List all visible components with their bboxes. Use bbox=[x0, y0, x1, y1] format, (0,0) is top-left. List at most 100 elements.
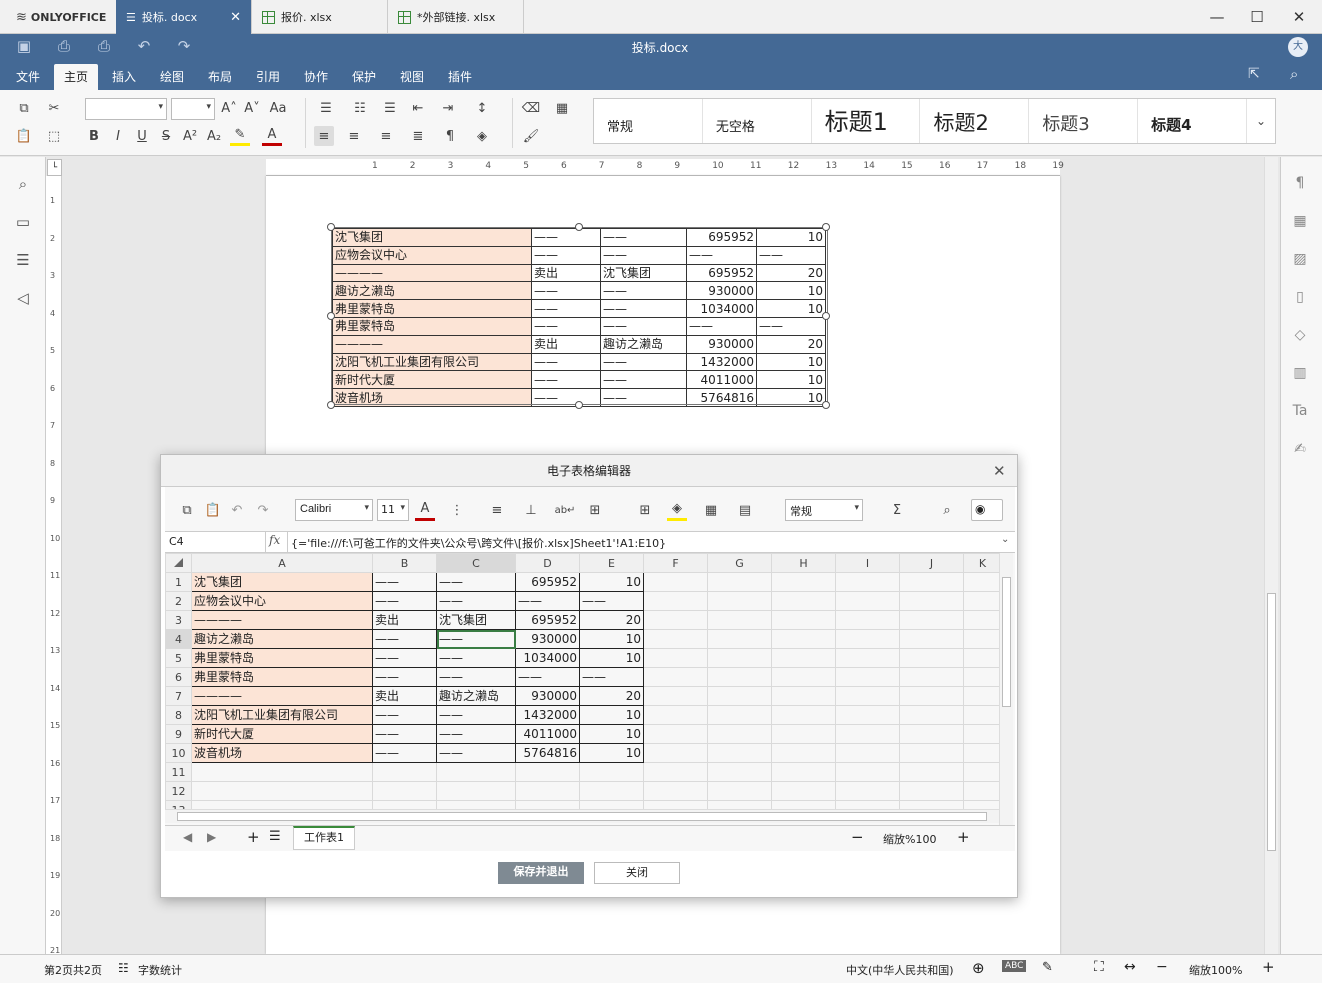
grid-cell[interactable] bbox=[643, 781, 708, 801]
highlight-color-icon[interactable]: ✎ bbox=[230, 126, 250, 146]
table-cell[interactable]: —— bbox=[531, 281, 601, 301]
table-cell[interactable]: 1034000 bbox=[686, 299, 757, 318]
grid-cell[interactable] bbox=[835, 610, 900, 630]
prev-sheet-icon[interactable]: ◀ bbox=[183, 830, 192, 844]
close-window-icon[interactable]: ✕ bbox=[1276, 0, 1322, 34]
grid-horizontal-scrollbar[interactable] bbox=[165, 809, 999, 823]
grid-cell[interactable]: 应物会议中心 bbox=[191, 591, 373, 611]
cut-icon[interactable]: ✂ bbox=[44, 98, 64, 118]
resize-handle[interactable] bbox=[327, 223, 335, 231]
grid-cell[interactable] bbox=[515, 762, 580, 782]
resize-handle[interactable] bbox=[822, 223, 830, 231]
table-cell[interactable]: —— bbox=[531, 299, 601, 318]
vertical-ruler[interactable]: 1 2 3 4 5 6 7 8 9 10 11 12 13 14 15 16 17 18 19 20 21 bbox=[46, 176, 62, 955]
grid-cell[interactable] bbox=[899, 762, 964, 782]
row-header[interactable]: 11 bbox=[165, 762, 192, 782]
table-cell[interactable]: —— bbox=[756, 245, 826, 265]
add-sheet-icon[interactable]: + bbox=[247, 828, 260, 846]
column-header[interactable]: J bbox=[899, 553, 964, 573]
grid-cell[interactable]: 20 bbox=[579, 686, 644, 706]
grid-cell[interactable]: 4011000 bbox=[515, 724, 580, 744]
scroll-thumb[interactable] bbox=[1267, 593, 1276, 851]
copy-icon[interactable]: ⧉ bbox=[177, 499, 197, 521]
grid-cell[interactable]: —— bbox=[436, 743, 516, 763]
styles-expand-icon[interactable]: ⌄ bbox=[1247, 99, 1275, 143]
column-header[interactable]: B bbox=[372, 553, 437, 573]
grid-cell[interactable] bbox=[899, 667, 964, 687]
grid-cell[interactable] bbox=[771, 648, 836, 668]
menu-draw[interactable]: 绘图 bbox=[150, 64, 194, 90]
table-cell[interactable]: 应物会议中心 bbox=[332, 245, 532, 265]
quick-print-icon[interactable]: ⎙ bbox=[92, 37, 116, 55]
style-heading2[interactable]: 标题2 bbox=[920, 99, 1030, 143]
grid-cell[interactable]: ———— bbox=[191, 610, 373, 630]
superscript-icon[interactable]: A² bbox=[180, 126, 200, 146]
globe-icon[interactable]: ⊕ bbox=[972, 959, 985, 977]
grid-cell[interactable]: —— bbox=[579, 667, 644, 687]
merge-cells-icon[interactable]: ⊞ bbox=[585, 499, 605, 521]
view-options-icon[interactable]: ◉ bbox=[971, 499, 1003, 521]
grid-cell[interactable] bbox=[579, 781, 644, 801]
grid-cell[interactable] bbox=[771, 629, 836, 649]
zoom-out-icon[interactable]: − bbox=[851, 828, 864, 846]
grid-cell[interactable] bbox=[899, 572, 964, 592]
table-cell[interactable]: —— bbox=[531, 352, 601, 372]
resize-handle[interactable] bbox=[822, 401, 830, 409]
next-sheet-icon[interactable]: ▶ bbox=[207, 830, 216, 844]
grid-cell[interactable]: 10 bbox=[579, 705, 644, 725]
grid-cell[interactable] bbox=[643, 667, 708, 687]
bullet-list-icon[interactable]: ☰ bbox=[316, 98, 336, 118]
grid-cell[interactable] bbox=[835, 705, 900, 725]
menu-insert[interactable]: 插入 bbox=[102, 64, 146, 90]
menu-references[interactable]: 引用 bbox=[246, 64, 290, 90]
grid-cell[interactable]: 沈飞集团 bbox=[191, 572, 373, 592]
zoom-level[interactable]: 缩放100% bbox=[1189, 962, 1242, 978]
font-family-select[interactable]: ▾ bbox=[85, 98, 167, 120]
cell-style-icon[interactable]: ▤ bbox=[735, 499, 755, 521]
font-color-icon[interactable]: A bbox=[262, 126, 282, 146]
grid-cell[interactable] bbox=[771, 667, 836, 687]
ss-font-color-icon[interactable]: A bbox=[415, 499, 435, 521]
grid-cell[interactable] bbox=[707, 572, 772, 592]
table-cell[interactable]: —— bbox=[531, 245, 601, 265]
column-header[interactable]: I bbox=[835, 553, 900, 573]
grid-cell[interactable] bbox=[771, 781, 836, 801]
fill-color-icon[interactable]: ◈ bbox=[667, 499, 687, 521]
comments-icon[interactable]: ▭ bbox=[8, 213, 38, 231]
grid-cell[interactable] bbox=[835, 572, 900, 592]
grid-cell[interactable] bbox=[835, 648, 900, 668]
tab-stop-icon[interactable]: └ bbox=[47, 159, 62, 176]
close-tab-icon[interactable]: ✕ bbox=[230, 10, 241, 25]
grid-cell[interactable] bbox=[899, 705, 964, 725]
style-no-spacing[interactable]: 无空格 bbox=[703, 99, 812, 143]
bold-icon[interactable]: B bbox=[84, 126, 104, 146]
grid-cell[interactable] bbox=[707, 762, 772, 782]
tab-spreadsheet-baojia[interactable]: 报价. xlsx bbox=[252, 0, 388, 34]
formula-input[interactable]: {='file:///f:\可爸工作的文件夹\公众号\跨文件\[报价.xlsx]… bbox=[291, 535, 666, 551]
grid-cell[interactable] bbox=[436, 781, 516, 801]
grid-cell[interactable] bbox=[643, 686, 708, 706]
tab-spreadsheet-external[interactable]: *外部链接. xlsx bbox=[388, 0, 524, 34]
grid-cell[interactable] bbox=[771, 762, 836, 782]
language-select[interactable]: 中文(中华人民共和国) bbox=[846, 962, 954, 978]
grid-cell[interactable] bbox=[707, 648, 772, 668]
table-cell[interactable]: —— bbox=[531, 228, 601, 247]
grid-cell[interactable] bbox=[963, 762, 1002, 782]
grid-cell[interactable]: 695952 bbox=[515, 610, 580, 630]
align-center-icon[interactable]: ≡ bbox=[344, 126, 364, 146]
grid-cell[interactable]: —— bbox=[515, 667, 580, 687]
tab-document-active[interactable]: ☰ 投标. docx ✕ bbox=[116, 0, 252, 34]
row-header[interactable]: 6 bbox=[165, 667, 192, 687]
grid-cell[interactable] bbox=[835, 686, 900, 706]
expand-formula-icon[interactable]: ⌄ bbox=[1001, 534, 1009, 545]
grid-cell[interactable] bbox=[835, 743, 900, 763]
image-settings-icon[interactable]: ▨ bbox=[1285, 251, 1315, 267]
undo-icon[interactable]: ↶ bbox=[132, 37, 156, 55]
grid-cell[interactable] bbox=[436, 762, 516, 782]
navigation-icon[interactable]: ☰ bbox=[8, 251, 38, 269]
grid-cell[interactable] bbox=[963, 743, 1002, 763]
grid-cell[interactable]: —— bbox=[372, 743, 437, 763]
word-count-button[interactable]: 字数统计 bbox=[138, 962, 182, 978]
font-size-select[interactable]: ▾ bbox=[171, 98, 215, 120]
line-spacing-icon[interactable]: ↕ bbox=[472, 98, 492, 118]
